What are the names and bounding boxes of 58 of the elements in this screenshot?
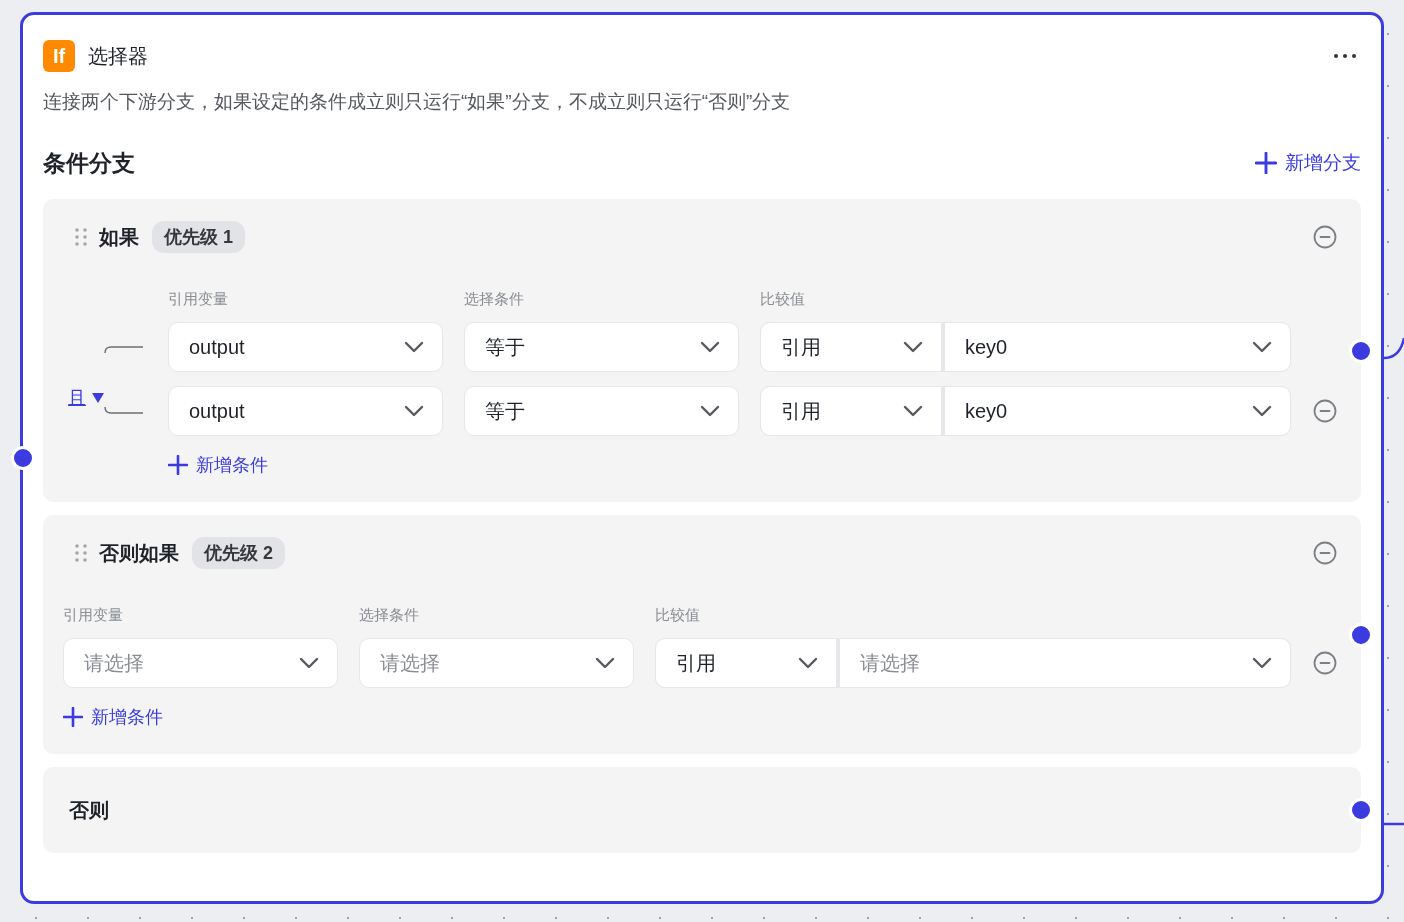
minus-circle-icon: [1313, 399, 1337, 423]
branch-name: 否则: [69, 797, 109, 823]
plus-icon: [63, 707, 83, 727]
column-label: 引用变量: [63, 606, 124, 624]
input-port[interactable]: [11, 446, 35, 470]
chevron-down-icon: [798, 657, 818, 669]
chevron-down-icon: [903, 341, 923, 353]
chevron-down-icon: [903, 405, 923, 417]
compare-value-select[interactable]: key0: [944, 322, 1291, 372]
column-label: 引用变量: [168, 290, 229, 308]
operator-select[interactable]: 等于: [464, 322, 739, 372]
add-branch-button[interactable]: 新增分支: [1255, 150, 1361, 176]
chevron-down-icon: [1252, 657, 1272, 669]
chevron-down-icon: [700, 405, 720, 417]
compare-type-select[interactable]: 引用: [760, 322, 942, 372]
chevron-down-icon: [595, 657, 615, 669]
section-title: 条件分支: [43, 148, 135, 178]
remove-branch-button[interactable]: [1313, 225, 1337, 249]
variable-select[interactable]: output: [168, 386, 443, 436]
branch-name: 否则如果: [99, 540, 179, 566]
remove-branch-button[interactable]: [1313, 541, 1337, 565]
column-label: 比较值: [655, 606, 701, 624]
bracket-drawing: [103, 345, 145, 415]
operator-select[interactable]: 等于: [464, 386, 739, 436]
chevron-down-icon: [1252, 341, 1272, 353]
node-logo: If: [43, 40, 75, 72]
compare-value-select[interactable]: key0: [944, 386, 1291, 436]
node-title: 选择器: [88, 43, 149, 69]
output-port[interactable]: [1349, 798, 1373, 822]
minus-circle-icon: [1313, 651, 1337, 675]
column-label: 选择条件: [464, 290, 525, 308]
add-condition-button[interactable]: 新增条件: [63, 704, 163, 730]
more-icon: [1333, 53, 1357, 59]
chevron-down-icon: [404, 341, 424, 353]
drag-handle-icon[interactable]: [75, 228, 87, 246]
chevron-down-icon: [700, 341, 720, 353]
node-description: 连接两个下游分支，如果设定的条件成立则只运行“如果”分支，不成立则只运行“否则”分支: [43, 90, 792, 114]
compare-type-select[interactable]: 引用: [655, 638, 837, 688]
logic-operator-dropdown[interactable]: 且: [68, 385, 104, 410]
minus-circle-icon: [1313, 541, 1337, 565]
priority-tag: 优先级 1: [152, 221, 245, 253]
caret-down-icon: [92, 392, 104, 403]
variable-select[interactable]: output: [168, 322, 443, 372]
priority-tag: 优先级 2: [192, 537, 285, 569]
add-condition-button[interactable]: 新增条件: [168, 452, 268, 478]
plus-icon: [168, 455, 188, 475]
chevron-down-icon: [299, 657, 319, 669]
branch-name: 如果: [99, 224, 139, 250]
remove-condition-button[interactable]: [1313, 651, 1337, 675]
chevron-down-icon: [404, 405, 424, 417]
column-label: 比较值: [760, 290, 806, 308]
remove-condition-button[interactable]: [1313, 399, 1337, 423]
column-label: 选择条件: [359, 606, 420, 624]
plus-icon: [1255, 152, 1277, 174]
drag-handle-icon[interactable]: [75, 544, 87, 562]
compare-type-select[interactable]: 引用: [760, 386, 942, 436]
minus-circle-icon: [1313, 225, 1337, 249]
chevron-down-icon: [1252, 405, 1272, 417]
